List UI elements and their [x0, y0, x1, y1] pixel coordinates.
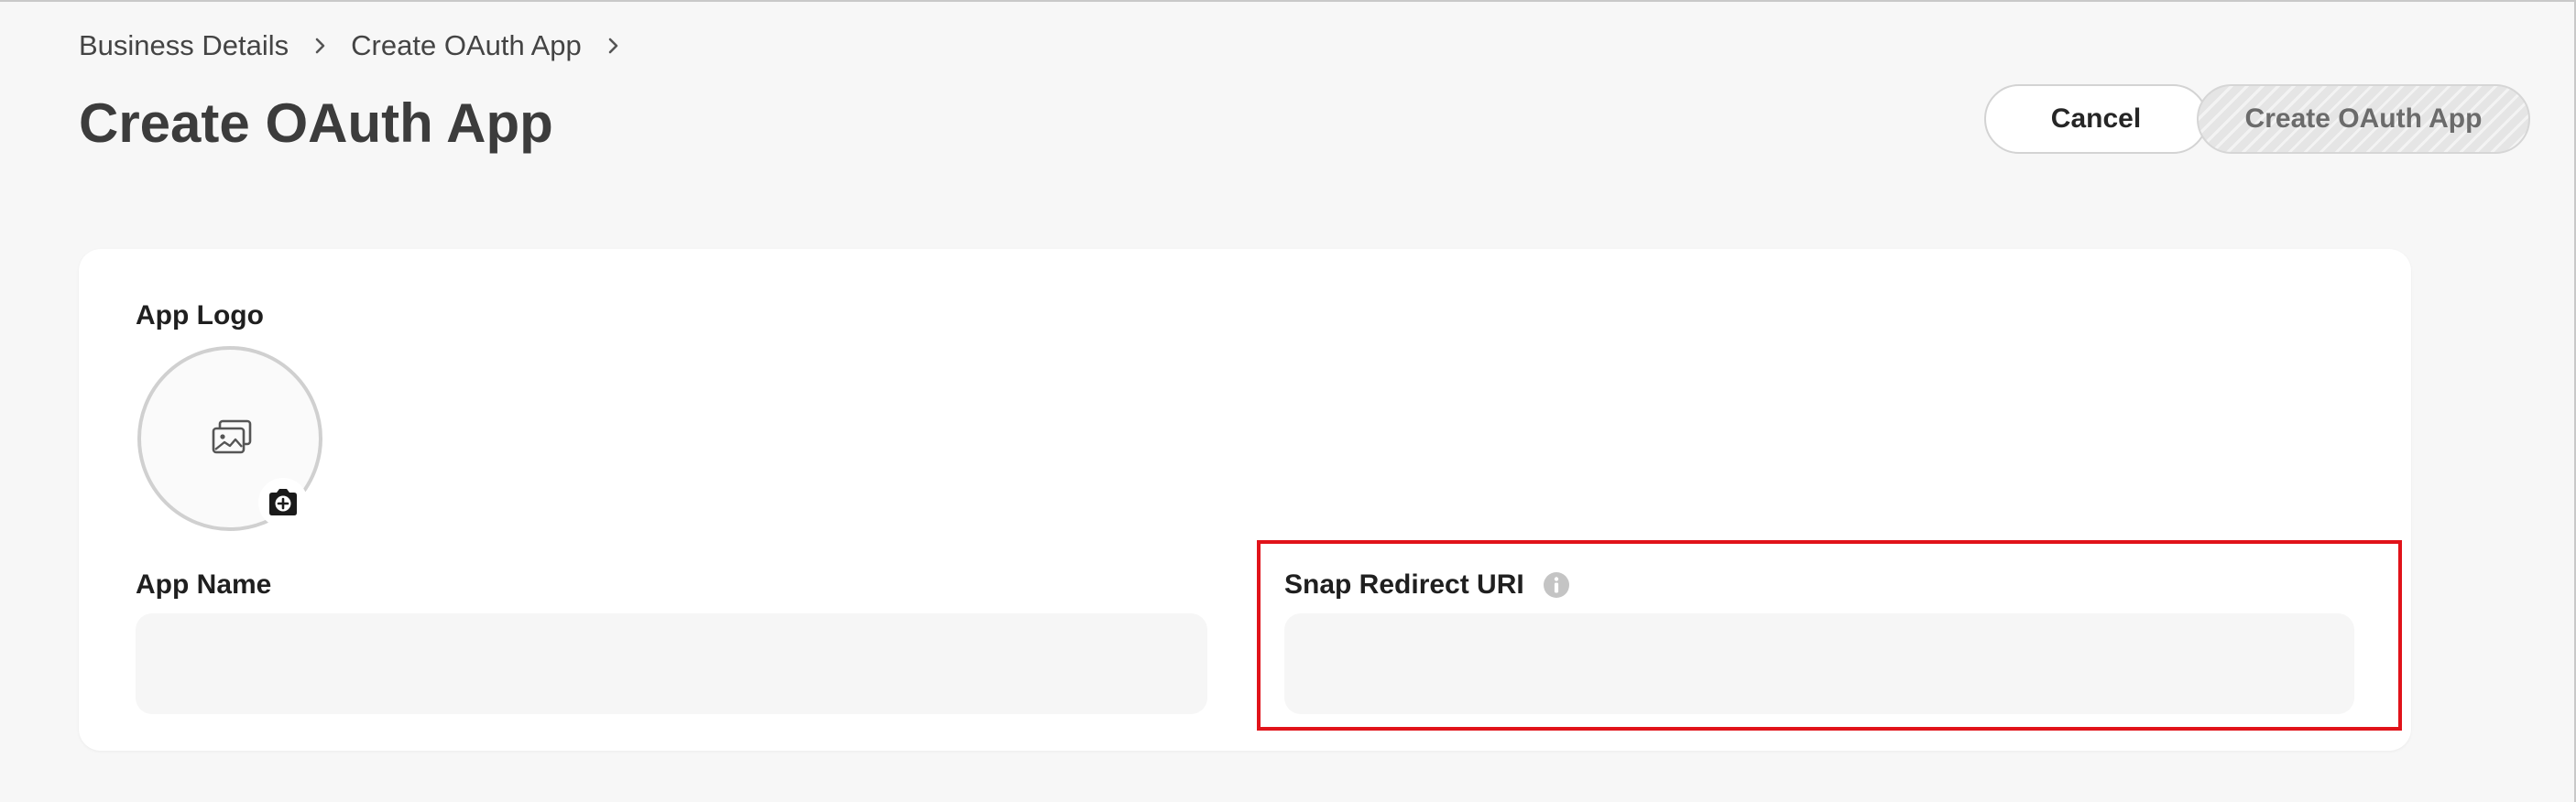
image-gallery-icon [211, 419, 253, 461]
app-name-input[interactable] [136, 613, 1207, 714]
breadcrumb-create-oauth-app[interactable]: Create OAuth App [351, 29, 582, 62]
snap-redirect-uri-input[interactable] [1284, 613, 2354, 714]
breadcrumb-business-details[interactable]: Business Details [79, 29, 289, 62]
chevron-right-icon [314, 37, 327, 55]
create-oauth-app-button[interactable]: Create OAuth App [2197, 84, 2530, 154]
oauth-app-form-card: App Logo App Name Snap Redirect URI [79, 249, 2411, 751]
create-oauth-app-page: Business Details Create OAuth App Create… [0, 0, 2576, 802]
chevron-right-icon [607, 37, 620, 55]
snap-redirect-uri-label: Snap Redirect URI [1284, 569, 1524, 600]
camera-add-icon[interactable] [258, 478, 308, 527]
app-name-label: App Name [136, 569, 272, 600]
page-title: Create OAuth App [79, 92, 553, 154]
breadcrumb: Business Details Create OAuth App [79, 29, 644, 62]
snap-redirect-uri-label-row: Snap Redirect URI [1284, 569, 1570, 601]
app-logo-label: App Logo [136, 300, 264, 331]
info-icon[interactable] [1543, 571, 1570, 599]
cancel-button[interactable]: Cancel [1984, 84, 2208, 154]
